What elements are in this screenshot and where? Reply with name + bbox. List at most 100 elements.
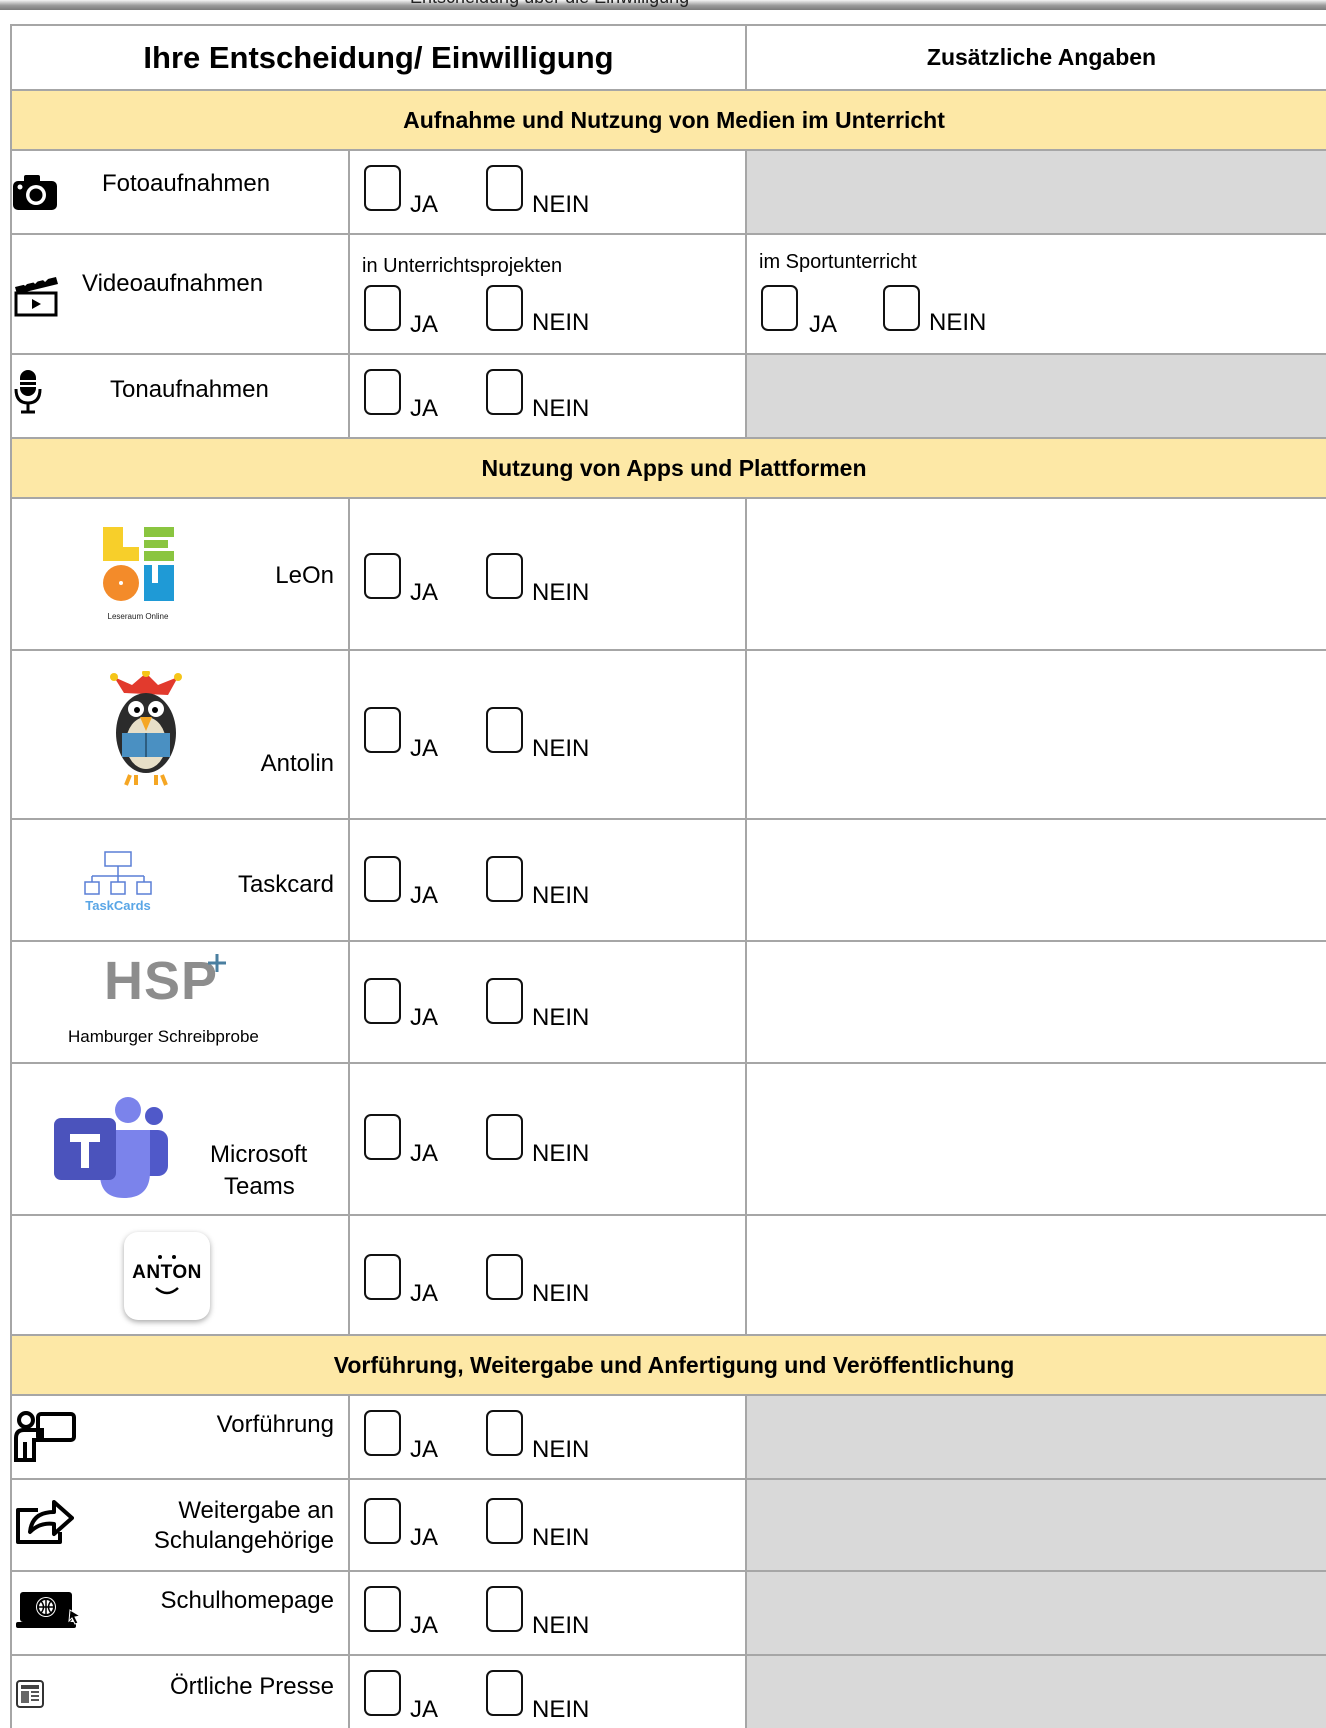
section-band-publication: Vorführung, Weitergabe und Anfertigung u… [10,1336,1326,1396]
table-row-fotoaufnahmen: Fotoaufnahmen JA NEIN [10,151,1326,235]
extra-note: im Sportunterricht [759,251,917,273]
section-band-media: Aufnahme und Nutzung von Medien im Unter… [10,91,1326,151]
share-icon [16,1500,74,1544]
table-row-tonaufnahmen: Tonaufnahmen JA NEIN [10,355,1326,439]
table-row-anton: ANTON JA NEIN [10,1216,1326,1336]
nein-checkbox[interactable] [486,285,523,331]
row-label: Tonaufnahmen [110,376,269,403]
decision-cell: JA NEIN [350,820,747,940]
table-row-antolin: Antolin JA NEIN [10,651,1326,820]
table-row-leon: Leseraum Online LeOn JA NEIN [10,499,1326,651]
ja-checkbox[interactable] [364,285,401,331]
ja-checkbox[interactable] [364,369,401,415]
nein-label: NEIN [929,309,987,336]
decision-cell: JA NEIN [350,1396,747,1478]
nein-label: NEIN [532,1524,590,1551]
row-label-line2: Schulangehörige [153,1527,334,1554]
ja-label: JA [410,1524,439,1551]
ja-label: JA [410,579,439,606]
row-label-cell: Vorführung [12,1396,350,1478]
row-label: Taskcard [237,871,334,898]
nein-checkbox[interactable] [486,1586,523,1632]
decision-cell: JA NEIN [350,1064,747,1214]
sport-ja-checkbox[interactable] [761,285,798,331]
web-laptop-icon [16,1592,82,1628]
decision-cell: JA NEIN [350,942,747,1062]
section-title: Aufnahme und Nutzung von Medien im Unter… [403,106,945,133]
nein-label: NEIN [532,309,590,336]
ja-label: JA [410,1280,439,1307]
extra-info-cell-disabled [747,1572,1326,1654]
nein-label: NEIN [532,882,590,909]
nein-checkbox[interactable] [486,707,523,753]
table-row-hsp: HSP Hamburger Schreibprobe JA NEIN [10,942,1326,1064]
extra-info-cell-disabled [747,1396,1326,1478]
plus-icon [208,954,226,972]
decision-cell: JA NEIN [350,151,747,233]
decision-cell: JA NEIN [350,1216,747,1334]
anton-face-icon [155,1255,179,1295]
ja-label: JA [410,395,439,422]
ja-checkbox[interactable] [364,1498,401,1544]
sport-nein-checkbox[interactable] [883,285,920,331]
microphone-icon [14,370,42,414]
table-row-oertliche-presse: Örtliche Presse JA NEIN [10,1656,1326,1728]
ja-checkbox[interactable] [364,978,401,1024]
logo-caption: Leseraum Online [108,612,169,621]
decision-column-header: Ihre Entscheidung/ Einwilligung [12,26,747,89]
nein-checkbox[interactable] [486,165,523,211]
antolin-raven-logo [110,671,182,786]
ja-checkbox[interactable] [364,165,401,211]
ja-label: JA [809,311,838,338]
nein-checkbox[interactable] [486,1498,523,1544]
ja-checkbox[interactable] [364,1254,401,1300]
table-row-microsoft-teams: Microsoft Teams JA NEIN [10,1064,1326,1216]
nein-label: NEIN [532,735,590,762]
extra-info-cell-disabled [747,151,1326,233]
ja-checkbox[interactable] [364,1410,401,1456]
nein-checkbox[interactable] [486,856,523,902]
section-band-apps: Nutzung von Apps und Plattformen [10,439,1326,499]
ja-label: JA [410,1140,439,1167]
extra-info-cell [747,820,1326,940]
anton-logo: ANTON [124,1232,210,1320]
ja-checkbox[interactable] [364,707,401,753]
ja-label: JA [410,1612,439,1639]
ja-checkbox[interactable] [364,1586,401,1632]
nein-checkbox[interactable] [486,369,523,415]
nein-label: NEIN [532,1612,590,1639]
table-row-videoaufnahmen: Videoaufnahmen in Unterrichtsprojekten J… [10,235,1326,355]
nein-label: NEIN [532,1696,590,1723]
presentation-icon [14,1411,76,1462]
ja-label: JA [410,1436,439,1463]
ja-checkbox[interactable] [364,1114,401,1160]
row-label: Schulhomepage [160,1587,334,1614]
nein-checkbox[interactable] [486,978,523,1024]
nein-checkbox[interactable] [486,553,523,599]
row-label: Örtliche Presse [169,1673,334,1700]
ja-checkbox[interactable] [364,1670,401,1716]
extra-info-cell [747,1064,1326,1214]
row-label-line1: Microsoft [210,1141,308,1168]
ja-label: JA [410,882,439,909]
ja-checkbox[interactable] [364,856,401,902]
extra-info-cell: im Sportunterricht JA NEIN [747,235,1326,353]
nein-label: NEIN [532,1140,590,1167]
extra-info-cell [747,1216,1326,1334]
ja-checkbox[interactable] [364,553,401,599]
nein-checkbox[interactable] [486,1114,523,1160]
nein-label: NEIN [532,191,590,218]
nein-checkbox[interactable] [486,1670,523,1716]
nein-label: NEIN [532,1436,590,1463]
extra-info-cell-disabled [747,355,1326,437]
nein-label: NEIN [532,1280,590,1307]
extra-info-cell-disabled [747,1656,1326,1728]
decision-cell: JA NEIN [350,355,747,437]
newspaper-icon [16,1680,44,1708]
row-label-cell: Schulhomepage [12,1572,350,1654]
ja-label: JA [410,735,439,762]
row-label-cell: ANTON [12,1216,350,1334]
ja-label: JA [410,191,439,218]
nein-checkbox[interactable] [486,1254,523,1300]
nein-checkbox[interactable] [486,1410,523,1456]
